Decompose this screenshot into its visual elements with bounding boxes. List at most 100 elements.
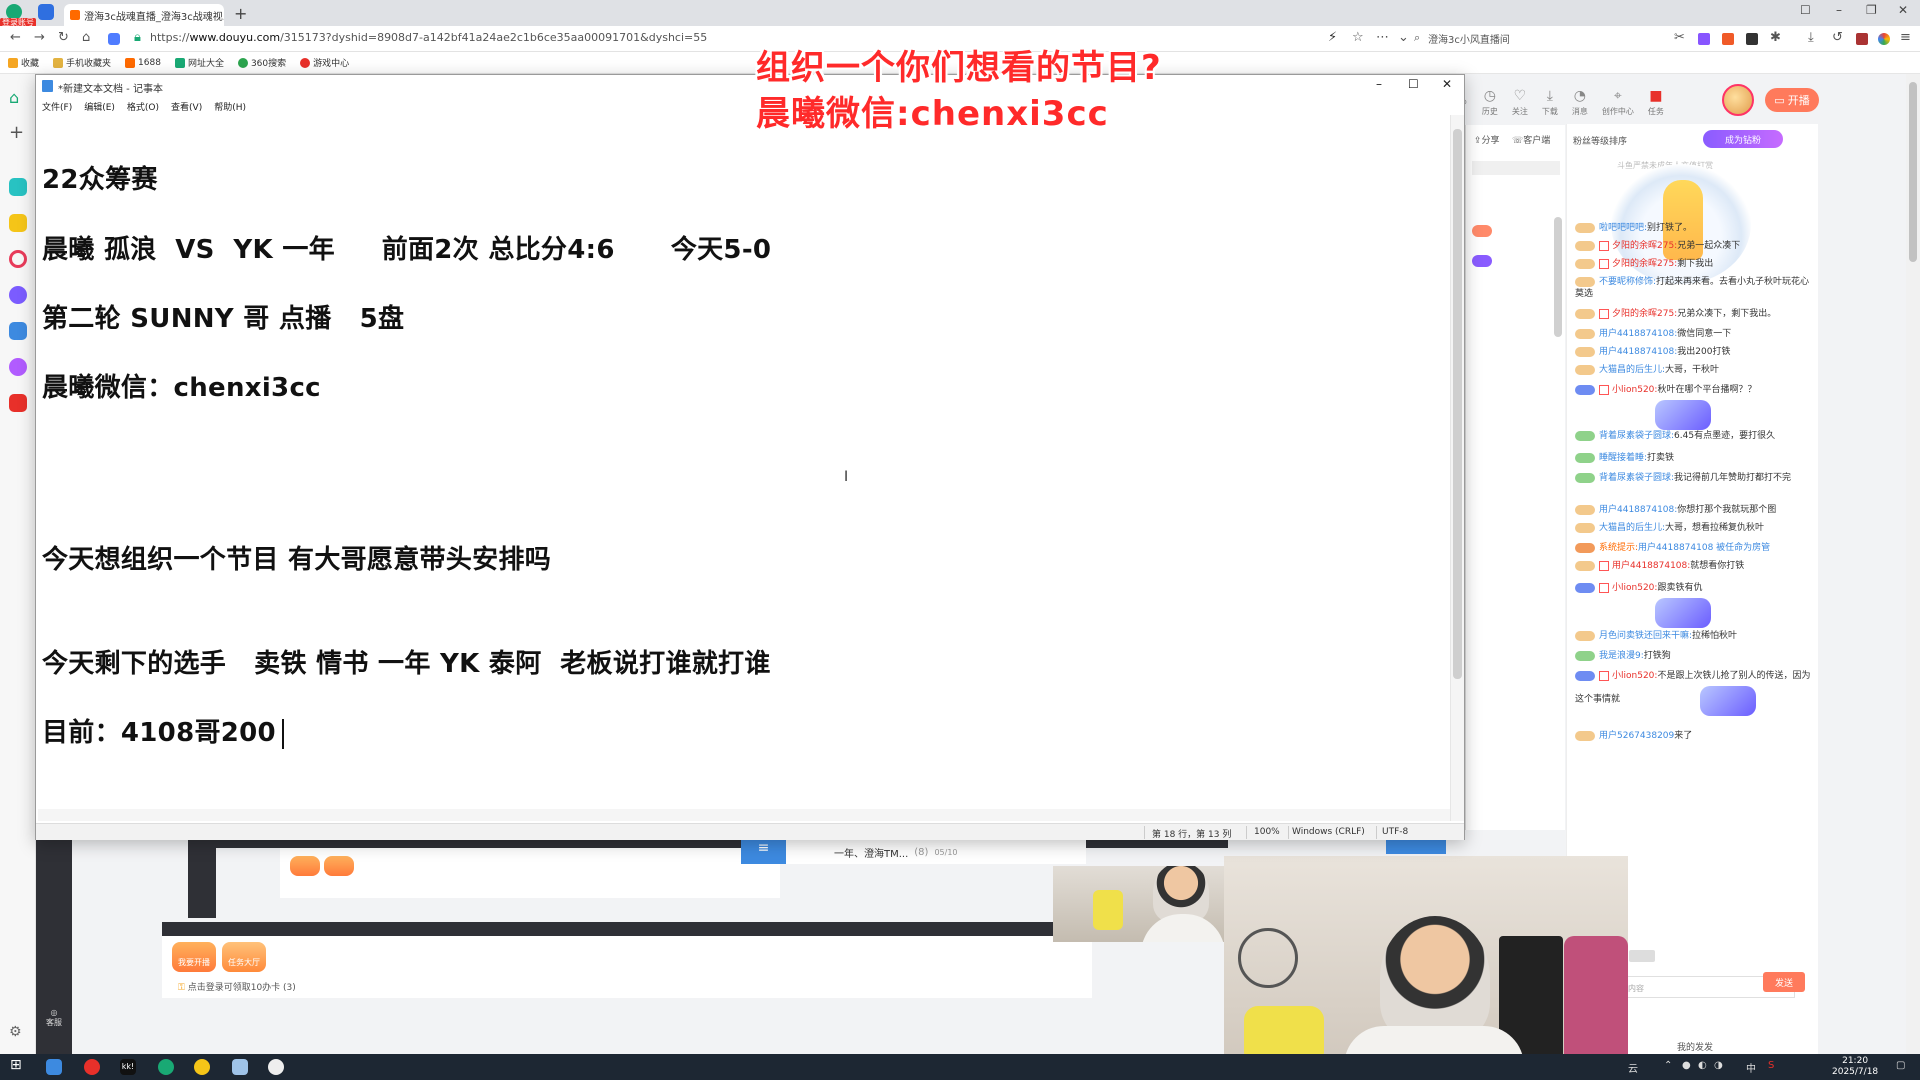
chat-message[interactable]: 用户4418874108:我出200打铁 [1575,346,1815,358]
chat-message[interactable]: 不要昵称修饰:打起来再来看。去看小丸子秋叶玩花心莫选 [1575,276,1815,300]
secure-lock-icon[interactable]: 🔒︎ [134,30,141,45]
chat-message[interactable]: 月色问卖铁还回来干嘛:拉稀怕秋叶 [1575,630,1815,642]
extension-orange-icon[interactable] [1722,33,1734,45]
more-icon[interactable]: ⋯ [1376,30,1389,45]
become-diamond-fan-button[interactable]: 成为钻粉 [1703,130,1783,148]
home-icon[interactable]: ⌂ [82,30,90,45]
star-icon[interactable]: ☆ [1352,30,1364,45]
page-scrollbar[interactable] [1906,74,1920,1054]
browser-secondary-icon[interactable] [38,4,54,20]
chat-message[interactable]: 夕阳的余晖275:兄弟一起众凑下 [1575,240,1815,252]
chat-message[interactable]: 系统提示:用户4418874108 被任命为房管 [1575,542,1815,554]
lightning-icon[interactable]: ⚡ [1328,30,1337,45]
user-avatar[interactable] [1722,84,1754,116]
search-input[interactable]: 澄海3c小风直播间 [1428,31,1658,46]
taskbar-yellow-icon[interactable] [194,1059,210,1075]
taskbar-browser-icon[interactable] [84,1059,100,1075]
notepad-horizontal-scrollbar[interactable] [38,809,1450,821]
notepad-close-icon[interactable]: ✕ [1442,77,1452,91]
chat-nickname[interactable]: 睡醒接着睡: [1599,453,1647,463]
notification-icon[interactable]: ▢ [1896,1060,1905,1071]
extension-red-icon[interactable] [1856,33,1868,45]
ai-assistant-icon[interactable] [9,286,27,304]
open-live-mini-button[interactable] [290,856,320,876]
notepad-minimize-icon[interactable]: – [1376,77,1382,91]
user-level-badge[interactable] [1575,222,1595,233]
taskbar-clock[interactable]: 21:20 2025/7/18 [1832,1056,1878,1078]
puzzle-icon[interactable]: ✱ [1770,30,1781,45]
taskbar-app-icon[interactable] [46,1059,62,1075]
chat-nickname[interactable]: 用户5267438209 [1599,731,1674,741]
app-teal-icon[interactable] [9,178,27,196]
browser-tab-active[interactable]: 澄海3c战魂直播_澄海3c战魂视... × [64,4,224,26]
download-icon[interactable]: ⤓ [1808,30,1814,45]
chat-message[interactable]: 背着尿素袋子圆球:我记得前几年赞助打都打不完 [1575,472,1815,484]
user-level-badge[interactable] [1575,452,1595,463]
user-level-badge[interactable] [1575,650,1595,661]
chat-message[interactable]: 夕阳的余晖275:兄弟众凑下，剩下我出。 [1575,308,1815,320]
chat-nickname[interactable]: 大猫昌的后生儿: [1599,365,1665,375]
nav-tasks[interactable]: ■ 任务 [1648,88,1664,117]
ai-icon[interactable] [108,33,120,45]
reload-icon[interactable]: ↻ [58,30,69,45]
menu-help[interactable]: 帮助(H) [214,100,246,113]
chat-message[interactable]: 夕阳的余晖275:剩下我出 [1575,258,1815,270]
lower-blue-button[interactable] [1386,840,1446,854]
chat-session-bar[interactable]: 一年、澄海TM... (8) 05/10 [786,840,1086,864]
chat-nickname[interactable]: 夕阳的余晖275: [1612,309,1677,319]
chat-message[interactable]: 用户4418874108:就想看你打铁 [1575,560,1815,572]
user-level-badge[interactable] [1575,364,1595,375]
tray-cloud-label[interactable]: 云 [1628,1060,1638,1075]
forward-icon[interactable]: → [34,30,45,45]
chat-message[interactable]: 用户4418874108:你想打那个我就玩那个图 [1575,504,1815,516]
user-level-badge[interactable] [1575,384,1595,395]
chat-nickname[interactable]: 用户4418874108: [1599,347,1677,357]
favorites-star-icon[interactable] [9,214,27,232]
chat-nickname[interactable]: 系统提示: [1599,543,1638,553]
add-icon[interactable]: + [9,124,27,142]
chat-nickname[interactable]: 月色问卖铁还回来干嘛: [1599,631,1692,641]
nav-history[interactable]: ◷ 历史 [1482,88,1498,117]
chat-message[interactable]: 小lion520:秋叶在哪个平台播啊？？ [1575,384,1815,430]
chat-nickname[interactable]: 夕阳的余晖275: [1612,241,1677,251]
share-link[interactable]: ⇪分享 [1474,133,1500,146]
gamepad-icon[interactable] [9,394,27,412]
chat-nickname[interactable]: 小lion520: [1612,385,1657,395]
chrome-icon[interactable] [1878,33,1890,45]
chat-message[interactable]: 大猫昌的后生儿:大哥，想看拉稀复仇秋叶 [1575,522,1815,534]
chat-nickname[interactable]: 啦吧吧吧吧: [1599,223,1647,233]
chat-nickname[interactable]: 夕阳的余晖275: [1612,259,1677,269]
chat-message[interactable]: 背着尿素袋子圆球:6.45有点墨迹，要打很久 [1575,430,1815,442]
hamburger-menu-icon[interactable]: ≡ [1900,30,1911,45]
nav-creator[interactable]: ⌖ 创作中心 [1602,88,1634,117]
minimize-icon[interactable]: – [1836,3,1842,17]
go-live-button[interactable]: ▭ 开播 [1765,88,1819,112]
chat-bubble-icon[interactable] [9,358,27,376]
login-reward-hint[interactable]: ⚿ 点击登录可领取10办卡 (3) [178,980,296,993]
chat-nickname[interactable]: 小lion520: [1612,671,1657,681]
menu-view[interactable]: 查看(V) [171,100,202,113]
bookmark-1688[interactable]: 1688 [125,57,161,68]
home-icon[interactable]: ⌂ [9,88,27,107]
user-level-badge[interactable] [1575,258,1595,269]
ai-icon[interactable] [9,322,27,340]
user-level-badge[interactable] [1575,346,1595,357]
user-level-badge[interactable] [1575,472,1595,483]
user-level-badge[interactable] [1575,522,1595,533]
user-level-badge[interactable] [1575,240,1595,251]
chat-nickname[interactable]: 我是浪漫9: [1599,651,1644,661]
color-icon[interactable] [1629,950,1655,962]
extension-purple-icon[interactable] [1698,33,1710,45]
bookmark-url-list[interactable]: 网址大全 [174,56,224,69]
taskbar-notepad-icon[interactable] [232,1059,248,1075]
maximize-icon[interactable]: ❐ [1866,3,1877,17]
back-icon[interactable]: ← [10,30,21,45]
undo-icon[interactable]: ↺ [1832,30,1843,45]
chat-nickname[interactable]: 用户4418874108: [1612,561,1690,571]
user-level-badge[interactable] [1575,582,1595,593]
browser-menu-icon[interactable]: ☐ [1800,3,1811,17]
nav-follow[interactable]: ♡ 关注 [1512,88,1528,117]
bookmark-game-center[interactable]: 游戏中心 [300,56,349,69]
chat-nickname[interactable]: 不要昵称修饰: [1599,277,1656,287]
chat-nickname[interactable]: 背着尿素袋子圆球: [1599,473,1674,483]
